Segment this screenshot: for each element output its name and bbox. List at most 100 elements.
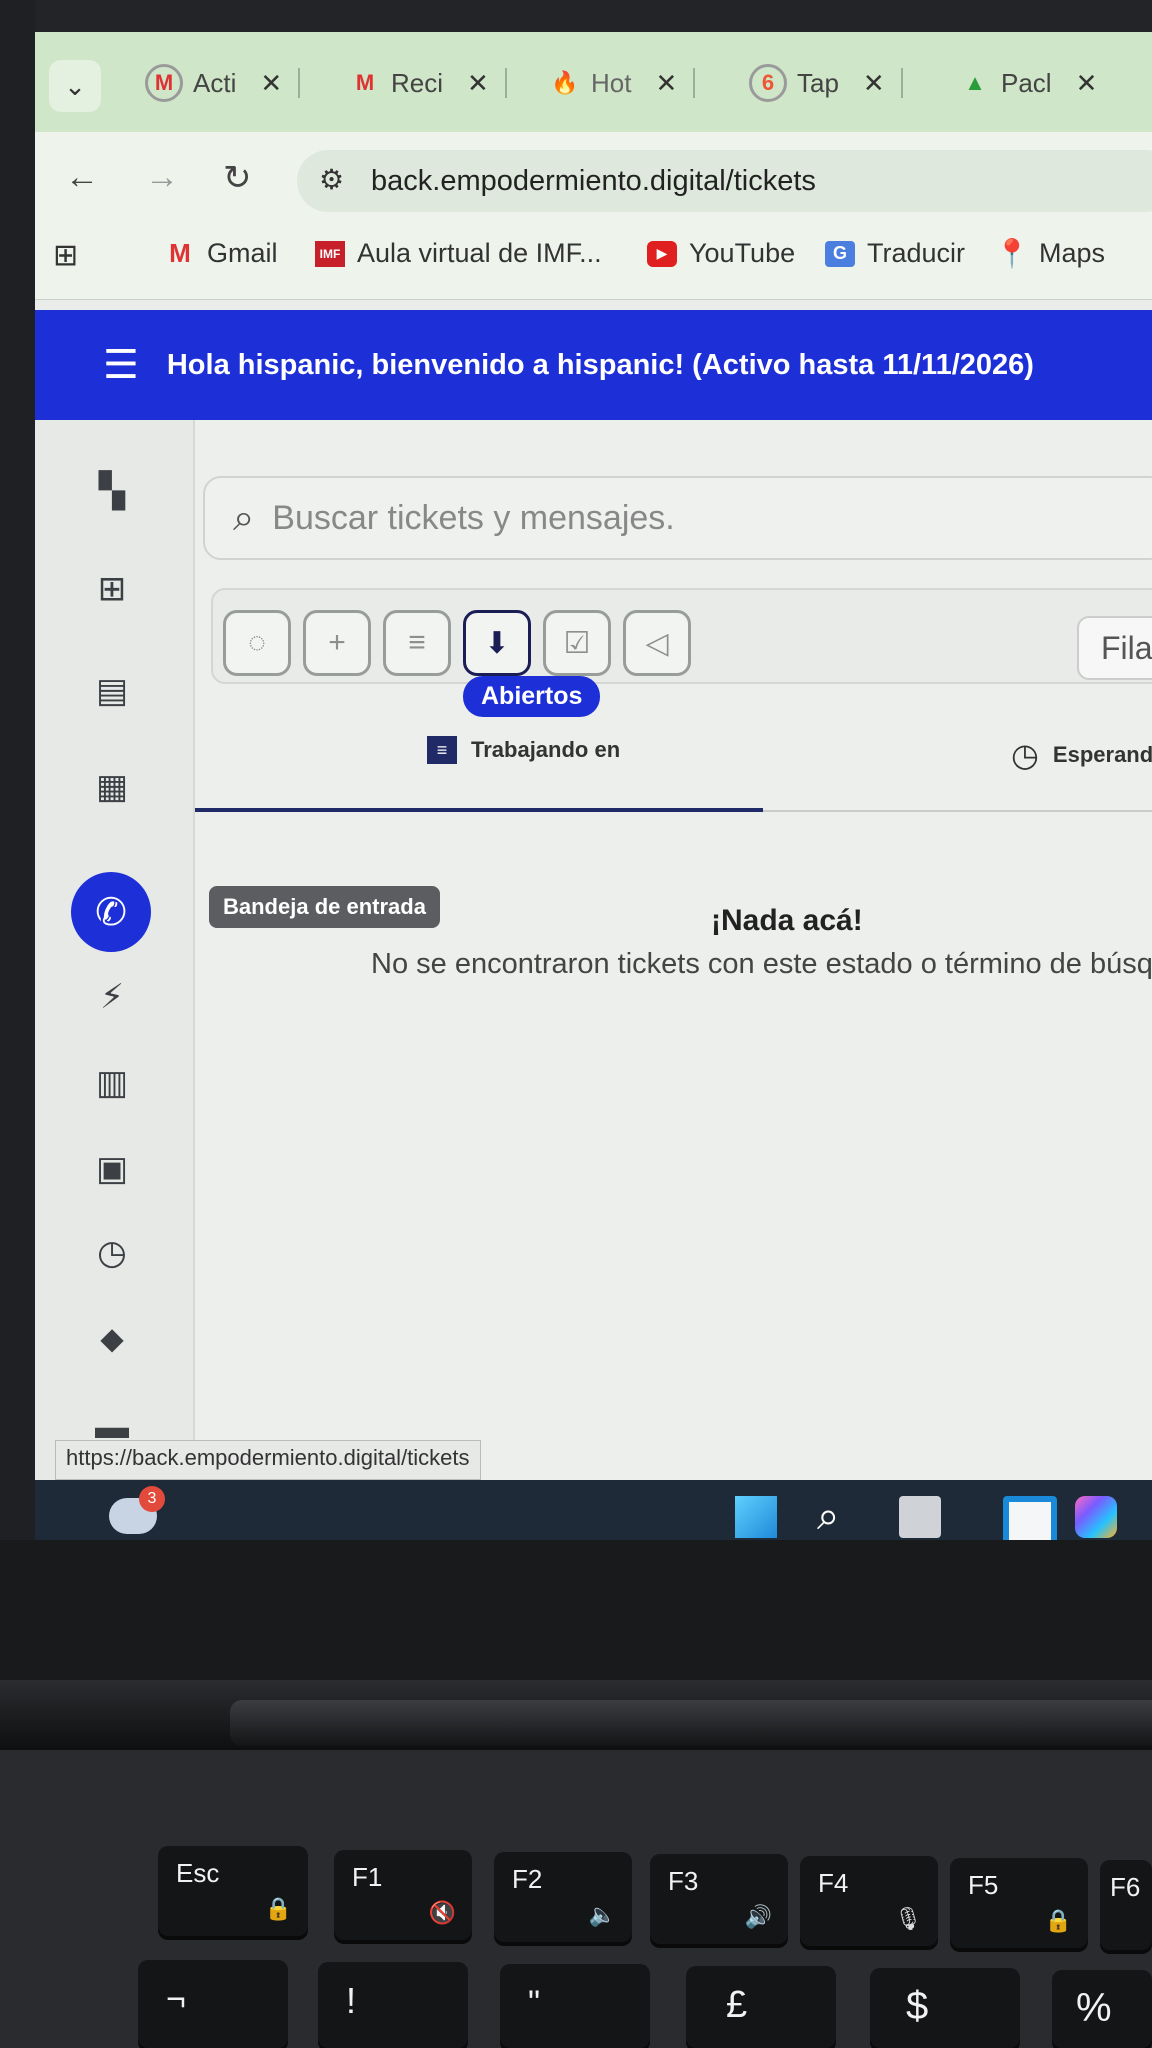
table-grid-icon[interactable]: ▦	[85, 760, 139, 814]
hide-eye-icon[interactable]: ◌	[223, 610, 291, 676]
sidebar-nav: ▚ ⊞ ▤ ▦ ✆ ⚡ ▥ ▣ ◷ ⬥ ▬	[35, 420, 195, 1480]
bookmark-youtube[interactable]: ▶ YouTube	[647, 238, 795, 269]
url-text[interactable]: back.empodermiento.digital/tickets	[371, 165, 816, 198]
lightning-icon[interactable]: ⚡	[85, 970, 139, 1024]
kanban-icon[interactable]: ▥	[85, 1056, 139, 1110]
browser-tab-3[interactable]: 🔥 Hot ✕	[535, 54, 696, 112]
key-label: F6	[1110, 1872, 1141, 1902]
site-settings-icon[interactable]: ⚙	[319, 163, 355, 199]
gmail-icon: M	[169, 238, 191, 268]
empty-state-title: ¡Nada acá!	[711, 904, 863, 937]
tab-search-dropdown[interactable]: ⌄	[49, 60, 101, 112]
bookmark-label: Traducir	[867, 238, 966, 268]
key-label: F3	[668, 1866, 699, 1896]
drive-icon: ▲	[964, 70, 986, 95]
reload-icon[interactable]: ↻	[223, 158, 252, 198]
tooltip-open: Abiertos	[463, 676, 601, 717]
key-label: £	[726, 1984, 748, 2026]
key-percent[interactable]: %	[1052, 1970, 1152, 2048]
key-label: $	[906, 1984, 929, 2028]
add-ticket-button[interactable]: +	[303, 610, 371, 676]
chat-icon: ≡	[427, 736, 457, 764]
close-icon[interactable]: ✕	[1076, 68, 1098, 99]
laptop-bezel-left	[0, 0, 35, 1560]
tickets-grid-icon[interactable]: ⊞	[85, 562, 139, 616]
checklist-icon[interactable]: ≡	[383, 610, 451, 676]
key-f2[interactable]: F2 🔈	[494, 1852, 632, 1942]
bookmarks-bar: ⊞ M Gmail IMF Aula virtual de IMF... ▶ Y…	[35, 222, 1152, 300]
browser-tab-4[interactable]: 6 Tap ✕	[735, 54, 903, 112]
close-icon[interactable]: ✕	[260, 68, 282, 99]
key-f3[interactable]: F3 🔊	[650, 1854, 788, 1944]
key-exclaim[interactable]: !	[318, 1962, 468, 2048]
search-icon: ⌕	[233, 496, 255, 539]
closed-tickets-button[interactable]: ☑	[543, 610, 611, 676]
key-f1[interactable]: F1 🔇	[334, 1850, 472, 1940]
task-view-icon[interactable]	[899, 1496, 941, 1538]
tab-working-on[interactable]: ≡ Trabajando en	[427, 736, 620, 764]
key-f5[interactable]: F5 🔒	[950, 1858, 1088, 1948]
bookmark-gmail[interactable]: M Gmail	[165, 238, 278, 269]
tab-title: Acti	[193, 67, 237, 98]
search-input[interactable]	[270, 497, 975, 539]
search-icon[interactable]: ⌕	[817, 1496, 859, 1538]
key-esc[interactable]: Esc 🔒	[158, 1846, 308, 1936]
send-back-icon[interactable]: ◁	[623, 610, 691, 676]
browser-tab-5[interactable]: ▲ Pacl ✕	[945, 54, 1111, 112]
key-f4[interactable]: F4 🎙	[800, 1856, 938, 1946]
app-header: ☰ Hola hispanic, bienvenido a hispanic! …	[35, 310, 1152, 420]
key-label: F1	[352, 1862, 383, 1892]
key-label: ¬	[166, 1980, 186, 2018]
bookmark-maps[interactable]: 📍 Maps	[995, 238, 1105, 269]
back-arrow-icon[interactable]: ←	[65, 158, 99, 197]
tab-label: Trabajando en	[471, 737, 621, 762]
bookmark-traducir[interactable]: G Traducir	[825, 238, 965, 269]
tab-title: Hot	[591, 67, 632, 98]
lock-icon: 🔒	[1044, 1908, 1072, 1933]
translate-icon: G	[825, 240, 855, 267]
browser-toolbar: ← → ↻ ⚙ back.empodermiento.digital/ticke…	[35, 132, 1152, 222]
gmail-account-icon: M	[145, 64, 183, 102]
key-dollar[interactable]: $	[870, 1968, 1020, 2048]
key-quote[interactable]: "	[500, 1964, 650, 2048]
copilot-icon[interactable]	[1075, 1496, 1117, 1538]
close-icon[interactable]: ✕	[863, 68, 885, 99]
close-icon[interactable]: ✕	[655, 68, 677, 99]
address-bar[interactable]: ⚙ back.empodermiento.digital/tickets	[297, 150, 1152, 212]
bookmark-imf[interactable]: IMF Aula virtual de IMF...	[315, 238, 602, 269]
ticket-action-bar: ◌ + ≡ ⬇ ☑ ◁ Fila	[211, 588, 1152, 684]
forward-arrow-icon[interactable]: →	[145, 158, 179, 197]
search-bar[interactable]: ⌕	[203, 476, 1152, 560]
fn-lock-icon: 🔒	[264, 1896, 292, 1921]
key-label: "	[528, 1984, 541, 2022]
key-label: !	[346, 1980, 357, 2021]
tab-title: Tap	[797, 67, 839, 98]
bookmark-label: Aula virtual de IMF...	[357, 238, 602, 268]
tag-icon[interactable]: ⬥	[85, 1312, 139, 1366]
menu-icon[interactable]: ☰	[103, 342, 139, 388]
queue-filter-button[interactable]: Fila	[1077, 616, 1152, 680]
document-icon[interactable]: ▤	[85, 664, 139, 718]
bookmark-label: Gmail	[207, 238, 278, 268]
browser-tab-2[interactable]: M Reci ✕	[335, 54, 507, 112]
browser-tab-1[interactable]: M Acti ✕	[131, 54, 301, 112]
whatsapp-icon[interactable]: ✆	[71, 872, 151, 952]
open-tickets-button[interactable]: ⬇	[463, 610, 531, 676]
key-f6[interactable]: F6	[1100, 1860, 1152, 1950]
windows-start-icon[interactable]	[735, 1496, 777, 1538]
key-not[interactable]: ¬	[138, 1960, 288, 2048]
close-icon[interactable]: ✕	[467, 68, 489, 99]
clock-icon[interactable]: ◷	[85, 1226, 139, 1280]
tab-label: Esperando	[1052, 742, 1152, 767]
key-pound[interactable]: £	[686, 1966, 836, 2048]
tab-waiting[interactable]: ◷ Esperando	[1011, 736, 1152, 774]
tickets-main: ⌕ ◌ + ≡ ⬇ ☑ ◁ Fila Abiertos ≡ Trabajando…	[195, 420, 1152, 1480]
hinge-bar	[230, 1700, 1152, 1746]
dashboard-icon[interactable]: ▚	[85, 464, 139, 518]
queue-label: Fila	[1101, 629, 1152, 666]
apps-grid-icon[interactable]: ⊞	[53, 238, 78, 273]
welcome-title: Hola hispanic, bienvenido a hispanic! (A…	[166, 348, 1034, 381]
youtube-icon: ▶	[647, 240, 677, 267]
tab-title: Pacl	[1001, 67, 1052, 98]
contacts-card-icon[interactable]: ▣	[85, 1142, 139, 1196]
